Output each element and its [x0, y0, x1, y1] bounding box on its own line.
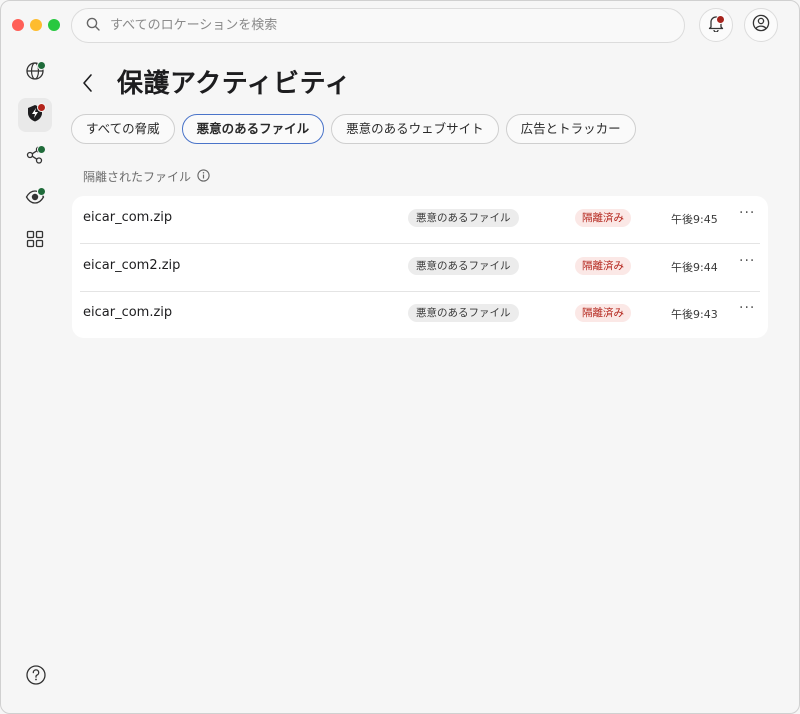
- minimize-window-button[interactable]: [30, 19, 42, 31]
- info-icon[interactable]: [197, 168, 210, 185]
- sidebar-item-apps[interactable]: [18, 224, 52, 258]
- user-icon: [752, 14, 770, 36]
- maximize-window-button[interactable]: [48, 19, 60, 31]
- more-options-button[interactable]: ···: [739, 300, 755, 316]
- status-dot-red: [37, 103, 46, 112]
- filter-tabs: すべての脅威 悪意のあるファイル 悪意のあるウェブサイト 広告とトラッカー: [71, 114, 636, 144]
- file-name: eicar_com2.zip: [83, 258, 181, 273]
- status-badge: 隔離済み: [575, 257, 631, 275]
- tab-malicious-websites[interactable]: 悪意のあるウェブサイト: [331, 114, 499, 144]
- status-dot-green: [37, 61, 46, 70]
- sidebar-item-web[interactable]: [18, 56, 52, 90]
- page-title: 保護アクティビティ: [117, 69, 352, 99]
- more-options-button[interactable]: ···: [739, 205, 755, 221]
- file-name: eicar_com.zip: [83, 210, 173, 225]
- more-options-button[interactable]: ···: [739, 253, 755, 269]
- help-button[interactable]: [25, 664, 47, 690]
- help-icon: [25, 665, 47, 690]
- threat-type-badge: 悪意のあるファイル: [408, 209, 519, 227]
- timestamp: 午後9:45: [671, 213, 718, 226]
- sidebar: [18, 56, 54, 266]
- notifications-button[interactable]: [699, 8, 733, 42]
- close-window-button[interactable]: [12, 19, 24, 31]
- section-header: 隔離されたファイル: [83, 168, 210, 185]
- timestamp: 午後9:44: [671, 261, 718, 274]
- list-item[interactable]: eicar_com2.zip 悪意のあるファイル 隔離済み 午後9:44 ···: [72, 244, 768, 291]
- tab-all-threats[interactable]: すべての脅威: [71, 114, 175, 144]
- timestamp: 午後9:43: [671, 308, 718, 321]
- search-input[interactable]: [108, 17, 652, 34]
- status-badge: 隔離済み: [575, 304, 631, 322]
- sidebar-item-privacy[interactable]: [18, 182, 52, 216]
- section-label: 隔離されたファイル: [83, 170, 192, 184]
- file-name: eicar_com.zip: [83, 305, 173, 320]
- status-dot-green: [37, 145, 46, 154]
- account-button[interactable]: [744, 8, 778, 42]
- notification-dot: [716, 15, 725, 24]
- threat-type-badge: 悪意のあるファイル: [408, 304, 519, 322]
- list-item[interactable]: eicar_com.zip 悪意のあるファイル 隔離済み 午後9:45 ···: [72, 196, 768, 243]
- tab-ads-trackers[interactable]: 広告とトラッカー: [505, 114, 636, 144]
- tab-malicious-files[interactable]: 悪意のあるファイル: [181, 114, 325, 144]
- back-button[interactable]: [79, 71, 99, 95]
- window-controls: [12, 19, 60, 31]
- status-dot-green: [37, 187, 46, 196]
- list-item[interactable]: eicar_com.zip 悪意のあるファイル 隔離済み 午後9:43 ···: [72, 291, 768, 338]
- app-window: 保護アクティビティ すべての脅威 悪意のあるファイル 悪意のあるウェブサイト 広…: [0, 0, 800, 714]
- sidebar-item-protection[interactable]: [18, 98, 52, 132]
- status-badge: 隔離済み: [575, 209, 631, 227]
- grid-icon: [25, 229, 45, 253]
- sidebar-item-network[interactable]: [18, 140, 52, 174]
- chevron-left-icon: [79, 74, 99, 99]
- search-icon: [86, 16, 100, 35]
- quarantined-files-list: eicar_com.zip 悪意のあるファイル 隔離済み 午後9:45 ··· …: [72, 196, 768, 338]
- threat-type-badge: 悪意のあるファイル: [408, 257, 519, 275]
- search-bar[interactable]: [71, 8, 685, 43]
